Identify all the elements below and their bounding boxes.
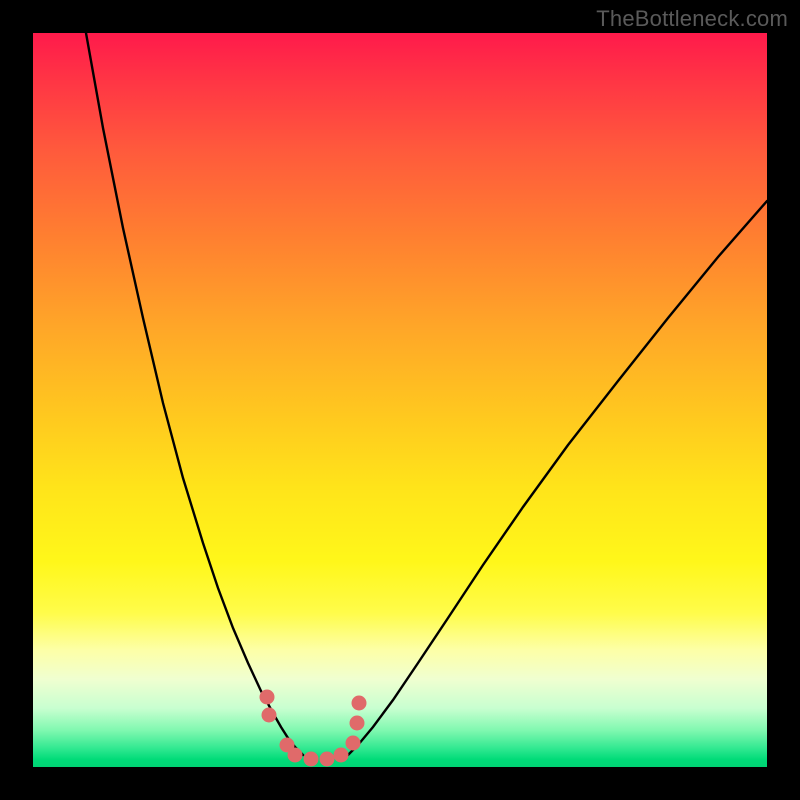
curve-svg <box>33 33 767 767</box>
dip-dot <box>260 690 275 705</box>
gradient-plot-area <box>33 33 767 767</box>
left-curve-path <box>86 33 303 755</box>
dip-dot <box>352 696 367 711</box>
dip-dot <box>262 708 277 723</box>
watermark-text: TheBottleneck.com <box>596 6 788 32</box>
right-curve-path <box>348 201 767 755</box>
dip-dots-group <box>260 690 367 767</box>
dip-dot <box>288 748 303 763</box>
dip-dot <box>346 736 361 751</box>
dip-dot <box>304 752 319 767</box>
dip-dot <box>350 716 365 731</box>
dip-dot <box>334 748 349 763</box>
dip-dot <box>320 752 335 767</box>
